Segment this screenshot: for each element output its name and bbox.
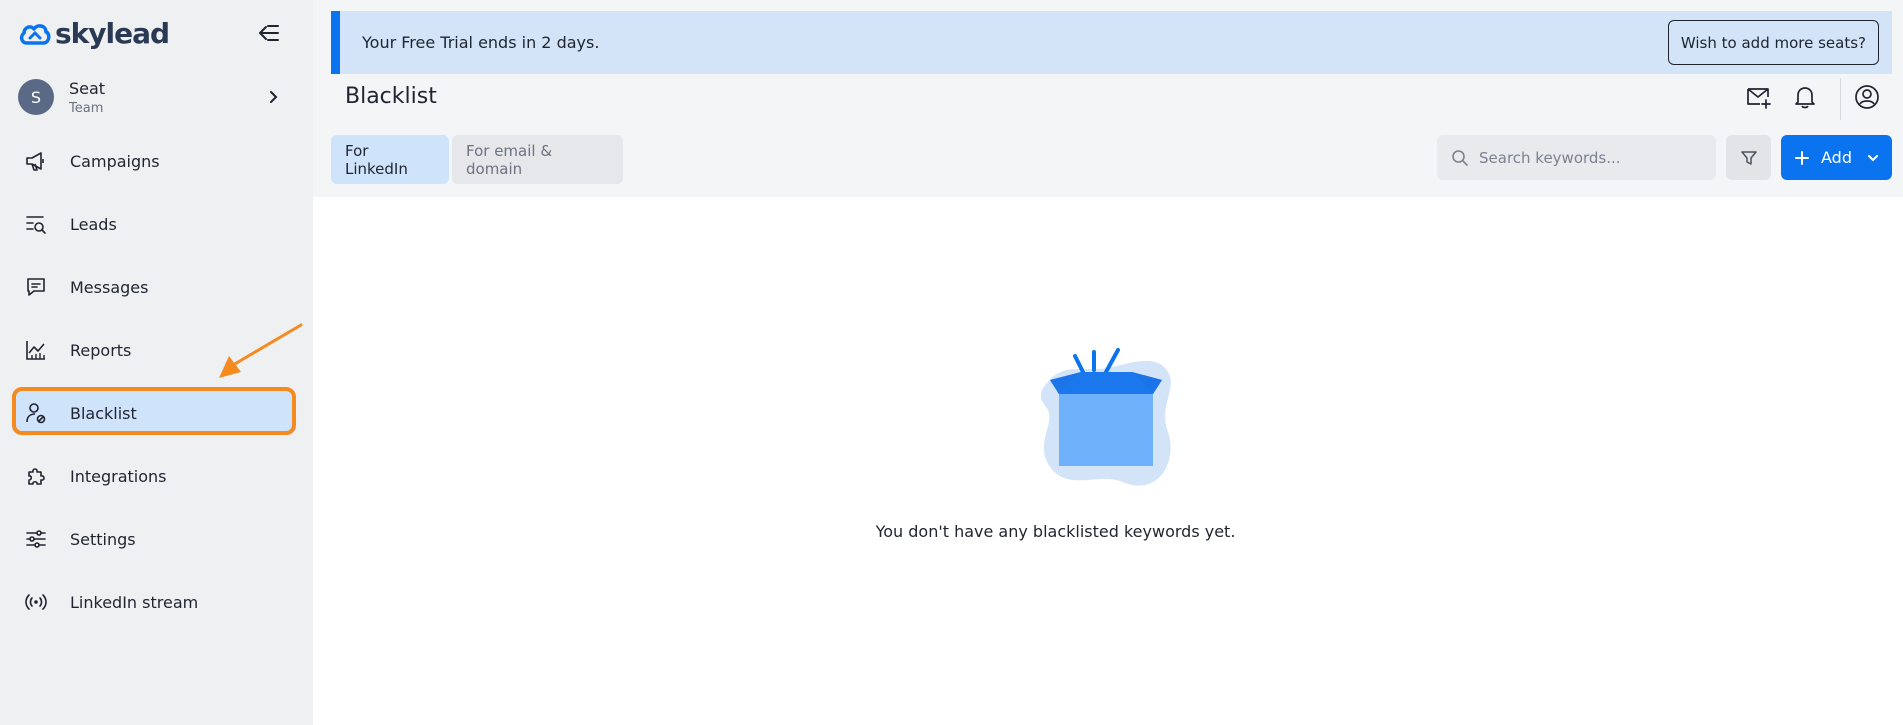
filter-icon [1740,150,1757,165]
sidebar-item-blacklist[interactable]: Blacklist [12,391,296,435]
trial-banner: Your Free Trial ends in 2 days. Wish to … [331,11,1892,74]
sliders-icon [26,530,46,548]
search-input[interactable] [1479,148,1699,167]
sidebar-item-messages[interactable]: Messages [12,265,296,309]
puzzle-icon [28,468,45,485]
lead-search-icon [26,216,46,234]
collapse-sidebar-icon[interactable] [256,20,282,46]
broadcast-icon [25,594,47,610]
sidebar-item-integrations[interactable]: Integrations [12,454,296,498]
main-area: Your Free Trial ends in 2 days. Wish to … [313,0,1903,725]
seat-subtitle: Team [69,100,104,116]
user-profile-icon[interactable] [1854,84,1880,110]
sidebar-item-label: Leads [70,214,117,234]
sidebar-item-linkedin-stream[interactable]: LinkedIn stream [12,580,296,624]
sidebar-item-label: Messages [70,277,149,297]
avatar: S [18,79,54,115]
add-button-label: Add [1821,148,1852,167]
sidebar: skylead S Seat Team Campaigns Leads Mess… [0,0,313,725]
megaphone-icon [26,152,44,171]
sidebar-item-leads[interactable]: Leads [12,202,296,246]
sidebar-item-campaigns[interactable]: Campaigns [12,139,296,183]
sidebar-item-reports[interactable]: Reports [12,328,296,372]
search-box [1437,135,1716,180]
seat-name: Seat [69,78,106,98]
page-title: Blacklist [345,84,437,109]
sidebar-item-label: Campaigns [70,151,160,171]
search-icon [1452,149,1468,166]
sidebar-item-label: Settings [70,529,136,549]
user-block-icon [26,403,46,424]
logo-text: skylead [55,17,170,50]
sidebar-item-label: Integrations [70,466,167,486]
add-seats-button[interactable]: Wish to add more seats? [1667,20,1879,65]
chevron-down-icon[interactable] [1866,151,1880,165]
logo[interactable]: skylead [19,17,170,50]
tab-for-email-domain[interactable]: For email & domain [452,135,623,184]
empty-box-icon [1040,348,1171,486]
content-area: You don't have any blacklisted keywords … [313,197,1903,725]
trial-banner-text: Your Free Trial ends in 2 days. [362,33,600,52]
header-divider [1840,78,1841,120]
skylead-logo-icon [19,23,51,45]
seat-switcher[interactable]: S Seat Team [18,78,288,116]
chevron-right-icon [270,91,278,103]
tab-for-linkedin[interactable]: For LinkedIn [331,135,449,184]
sidebar-item-label: LinkedIn stream [70,592,199,612]
chart-icon [26,341,45,360]
empty-state-text: You don't have any blacklisted keywords … [875,522,1236,541]
sidebar-item-label: Reports [70,340,132,360]
sidebar-item-settings[interactable]: Settings [12,517,296,561]
add-button[interactable]: Add [1781,135,1892,180]
mail-plus-icon[interactable] [1746,84,1772,110]
plus-icon [1795,150,1809,165]
message-icon [27,278,45,296]
bell-icon[interactable] [1792,84,1818,110]
sidebar-item-label: Blacklist [70,403,137,423]
filter-button[interactable] [1726,135,1771,180]
